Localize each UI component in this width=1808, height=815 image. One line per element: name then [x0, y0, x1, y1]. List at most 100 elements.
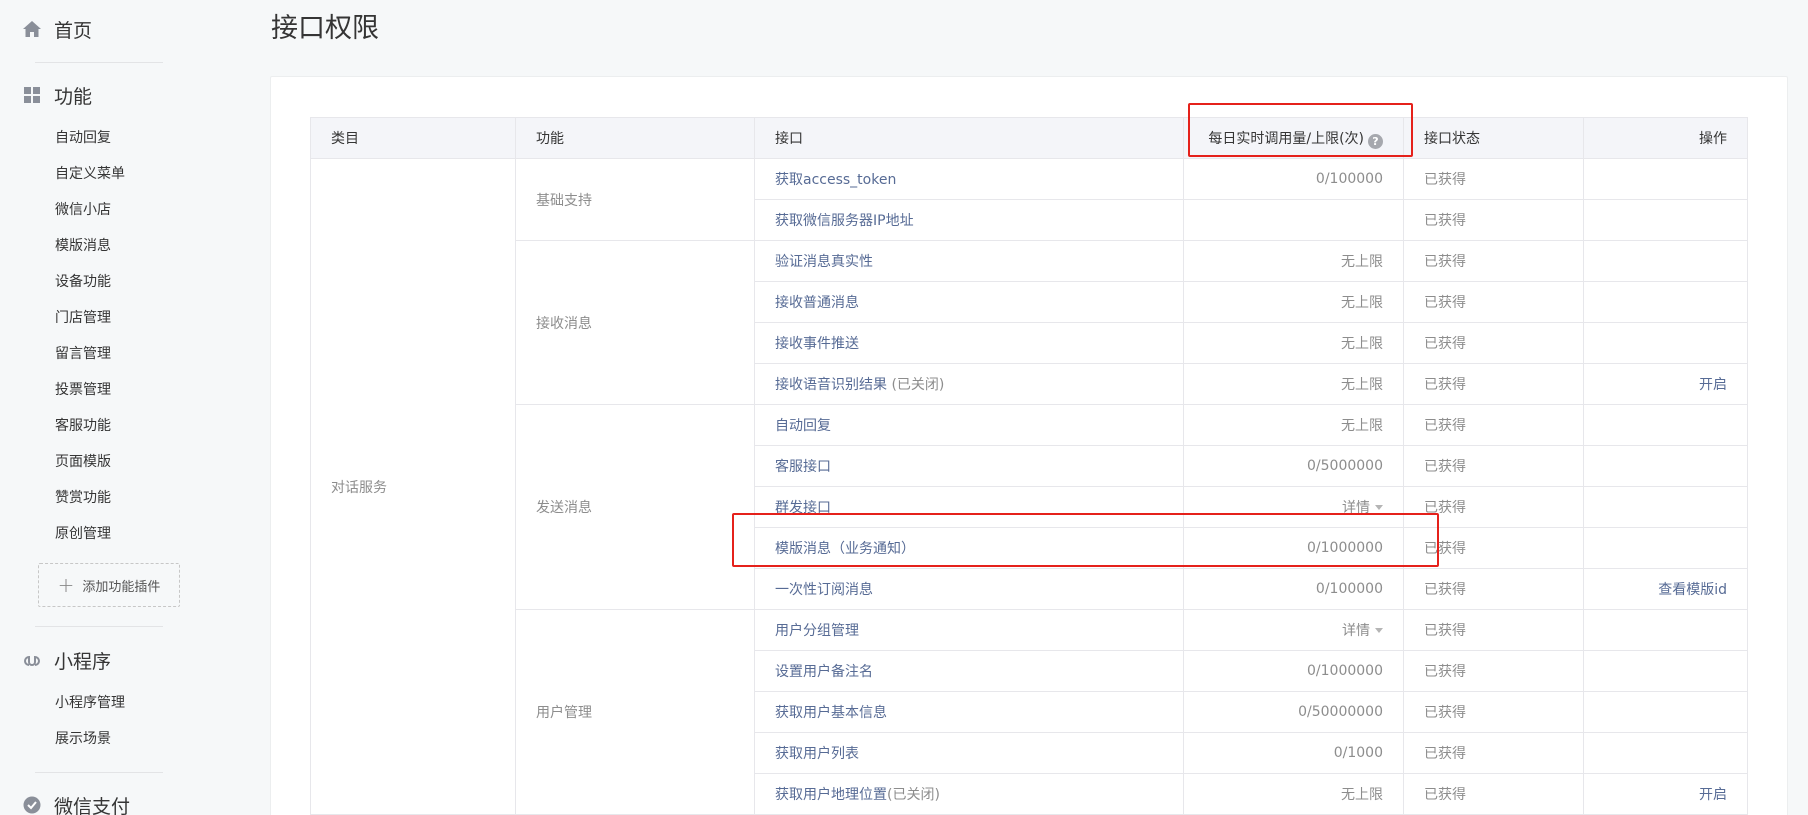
- api-name[interactable]: 获取用户列表: [775, 746, 859, 762]
- cell-op: [1583, 404, 1748, 446]
- api-name[interactable]: 群发接口: [775, 500, 831, 516]
- api-name[interactable]: 获取用户地理位置: [775, 787, 887, 803]
- cell-api[interactable]: 群发接口: [754, 486, 1184, 528]
- cell-api[interactable]: 验证消息真实性: [754, 240, 1184, 282]
- op-link[interactable]: 开启: [1699, 787, 1727, 803]
- help-icon[interactable]: ?: [1368, 133, 1383, 149]
- sidebar-item[interactable]: 微信小店: [55, 192, 125, 228]
- sidebar-item[interactable]: 留言管理: [55, 336, 125, 372]
- api-name[interactable]: 验证消息真实性: [775, 254, 873, 270]
- cell-op: [1583, 158, 1748, 200]
- cell-function: 基础支持: [515, 158, 755, 241]
- api-name[interactable]: 接收语音识别结果: [775, 377, 887, 393]
- cell-status: 已获得: [1403, 445, 1584, 487]
- wechat-pay-icon: [22, 795, 42, 815]
- add-plugin-button[interactable]: + 添加功能插件: [38, 563, 180, 607]
- api-name[interactable]: 获取微信服务器IP地址: [775, 213, 914, 229]
- sidebar-item[interactable]: 展示场景: [55, 721, 125, 757]
- cell-api[interactable]: 设置用户备注名: [754, 650, 1184, 692]
- nav-features[interactable]: 功能: [22, 80, 92, 110]
- header-status: 接口状态: [1403, 117, 1584, 159]
- nav-miniprogram[interactable]: 小程序: [22, 645, 111, 675]
- header-usage: 每日实时调用量/上限(次)?: [1183, 117, 1404, 159]
- cell-op: [1583, 199, 1748, 241]
- api-name[interactable]: 接收事件推送: [775, 336, 859, 352]
- nav-features-label: 功能: [54, 85, 93, 108]
- nav-home-label: 首页: [54, 19, 93, 42]
- cell-status: 已获得: [1403, 773, 1584, 815]
- divider: [35, 772, 163, 773]
- sidebar-item[interactable]: 门店管理: [55, 300, 125, 336]
- cell-usage: 无上限: [1183, 404, 1404, 446]
- cell-status: 已获得: [1403, 281, 1584, 323]
- detail-label[interactable]: 详情: [1342, 623, 1370, 639]
- cell-status: 已获得: [1403, 486, 1584, 528]
- cell-api[interactable]: 获取用户列表: [754, 732, 1184, 774]
- sidebar-item[interactable]: 自定义菜单: [55, 156, 125, 192]
- cell-api[interactable]: 自动回复: [754, 404, 1184, 446]
- api-permission-table: 类目 功能 接口 每日实时调用量/上限(次)? 接口状态 操作 对话服务 基础支持…: [310, 117, 1748, 815]
- cell-api[interactable]: 模版消息（业务通知）: [754, 527, 1184, 569]
- cell-op: 查看模版id: [1583, 568, 1748, 610]
- detail-toggle[interactable]: 详情: [1342, 623, 1383, 639]
- nav-home[interactable]: 首页: [22, 14, 92, 44]
- cell-api[interactable]: 一次性订阅消息: [754, 568, 1184, 610]
- api-name[interactable]: 模版消息（业务通知）: [775, 541, 915, 557]
- cell-usage: 无上限: [1183, 281, 1404, 323]
- cell-status: 已获得: [1403, 404, 1584, 446]
- cell-api[interactable]: 获取access_token: [754, 158, 1184, 200]
- api-name[interactable]: 接收普通消息: [775, 295, 859, 311]
- cell-usage: 详情: [1183, 609, 1404, 651]
- cell-op: [1583, 445, 1748, 487]
- cell-op: [1583, 609, 1748, 651]
- sidebar-item[interactable]: 设备功能: [55, 264, 125, 300]
- cell-usage: 0/50000000: [1183, 691, 1404, 733]
- sidebar-item[interactable]: 小程序管理: [55, 685, 125, 721]
- sidebar-item[interactable]: 客服功能: [55, 408, 125, 444]
- nav-miniprogram-label: 小程序: [54, 650, 112, 673]
- cell-usage: 0/1000000: [1183, 527, 1404, 569]
- cell-usage: 0/100000: [1183, 568, 1404, 610]
- cell-api[interactable]: 获取用户地理位置(已关闭): [754, 773, 1184, 815]
- cell-api[interactable]: 接收语音识别结果 (已关闭): [754, 363, 1184, 405]
- cell-function: 用户管理: [515, 609, 755, 815]
- api-name[interactable]: 用户分组管理: [775, 623, 859, 639]
- cell-function: 接收消息: [515, 240, 755, 405]
- cell-usage: 无上限: [1183, 240, 1404, 282]
- api-closed-note: (已关闭): [887, 377, 945, 393]
- op-link[interactable]: 开启: [1699, 377, 1727, 393]
- sidebar-item[interactable]: 页面模版: [55, 444, 125, 480]
- api-name[interactable]: 获取access_token: [775, 172, 896, 188]
- api-name[interactable]: 获取用户基本信息: [775, 705, 887, 721]
- page-title: 接口权限: [271, 13, 379, 44]
- api-name[interactable]: 客服接口: [775, 459, 831, 475]
- api-name[interactable]: 一次性订阅消息: [775, 582, 873, 598]
- cell-api[interactable]: 获取用户基本信息: [754, 691, 1184, 733]
- sidebar-item[interactable]: 投票管理: [55, 372, 125, 408]
- plus-icon: +: [57, 573, 75, 597]
- sidebar-item[interactable]: 赞赏功能: [55, 480, 125, 516]
- api-closed-note: (已关闭): [887, 787, 940, 803]
- sidebar-item[interactable]: 原创管理: [55, 516, 125, 552]
- detail-label[interactable]: 详情: [1342, 500, 1370, 516]
- cell-api[interactable]: 获取微信服务器IP地址: [754, 199, 1184, 241]
- op-link[interactable]: 查看模版id: [1658, 582, 1727, 598]
- cell-usage: 无上限: [1183, 363, 1404, 405]
- cell-api[interactable]: 接收普通消息: [754, 281, 1184, 323]
- sidebar-item[interactable]: 模版消息: [55, 228, 125, 264]
- cell-status: 已获得: [1403, 199, 1584, 241]
- cell-api[interactable]: 接收事件推送: [754, 322, 1184, 364]
- home-icon: [22, 19, 42, 39]
- cell-api[interactable]: 用户分组管理: [754, 609, 1184, 651]
- sidebar: 首页 功能 自动回复 自定义菜单 微信小店 模版消息 设备功能 门店管理 留言管理 投票管理客…: [0, 0, 200, 815]
- api-name[interactable]: 自动回复: [775, 418, 831, 434]
- sidebar-item[interactable]: 自动回复: [55, 120, 125, 156]
- nav-pay[interactable]: 微信支付: [22, 790, 130, 815]
- detail-toggle[interactable]: 详情: [1342, 500, 1383, 516]
- cell-status: 已获得: [1403, 568, 1584, 610]
- cell-status: 已获得: [1403, 240, 1584, 282]
- cell-api[interactable]: 客服接口: [754, 445, 1184, 487]
- cell-category: 对话服务: [310, 158, 516, 815]
- cell-usage: 0/1000000: [1183, 650, 1404, 692]
- api-name[interactable]: 设置用户备注名: [775, 664, 873, 680]
